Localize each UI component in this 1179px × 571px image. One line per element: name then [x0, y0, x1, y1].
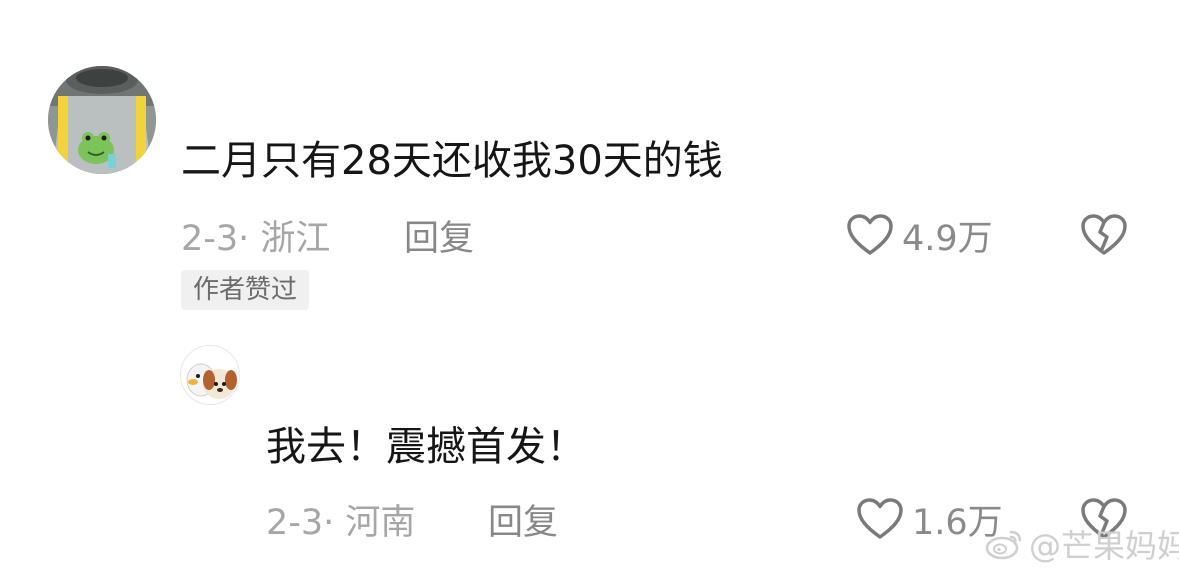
author-liked-badge: 作者赞过: [181, 270, 310, 310]
frog-avatar-icon: [48, 66, 156, 174]
like-count: 4.9万: [902, 218, 993, 259]
reply-reply-button[interactable]: 回复: [488, 496, 558, 543]
avatar[interactable]: [48, 66, 156, 174]
comment-thread: 二月只有28天还收我30天的钱 2-3· 浙江 回复 4.9万 作者赞过 我去！…: [0, 0, 1179, 571]
like-button[interactable]: 4.9万: [846, 210, 993, 260]
reply-meta: 2-3· 河南: [266, 496, 416, 543]
comment-text: 二月只有28天还收我30天的钱: [181, 138, 723, 184]
heart-outline-icon: [847, 214, 893, 255]
weibo-logo-icon: [985, 530, 1022, 560]
comment-date-location: 2-3· 浙江: [181, 218, 331, 259]
heart-outline-icon: [857, 498, 903, 539]
dislike-button[interactable]: [1079, 210, 1129, 260]
comment-meta: 2-3· 浙江: [181, 212, 331, 259]
watermark-handle: @芒果妈妈: [1029, 527, 1179, 565]
reply-button[interactable]: 回复: [404, 212, 474, 259]
reply-like-button[interactable]: 1.6万: [856, 494, 1003, 544]
reply-avatar[interactable]: [180, 345, 240, 405]
reply-date-location: 2-3· 河南: [266, 502, 416, 543]
reply-text: 我去！震撼首发！: [266, 424, 586, 470]
watermark: @芒果妈妈: [985, 522, 1179, 566]
duck-dog-avatar-icon: [181, 346, 239, 404]
broken-heart-icon: [1081, 214, 1127, 255]
